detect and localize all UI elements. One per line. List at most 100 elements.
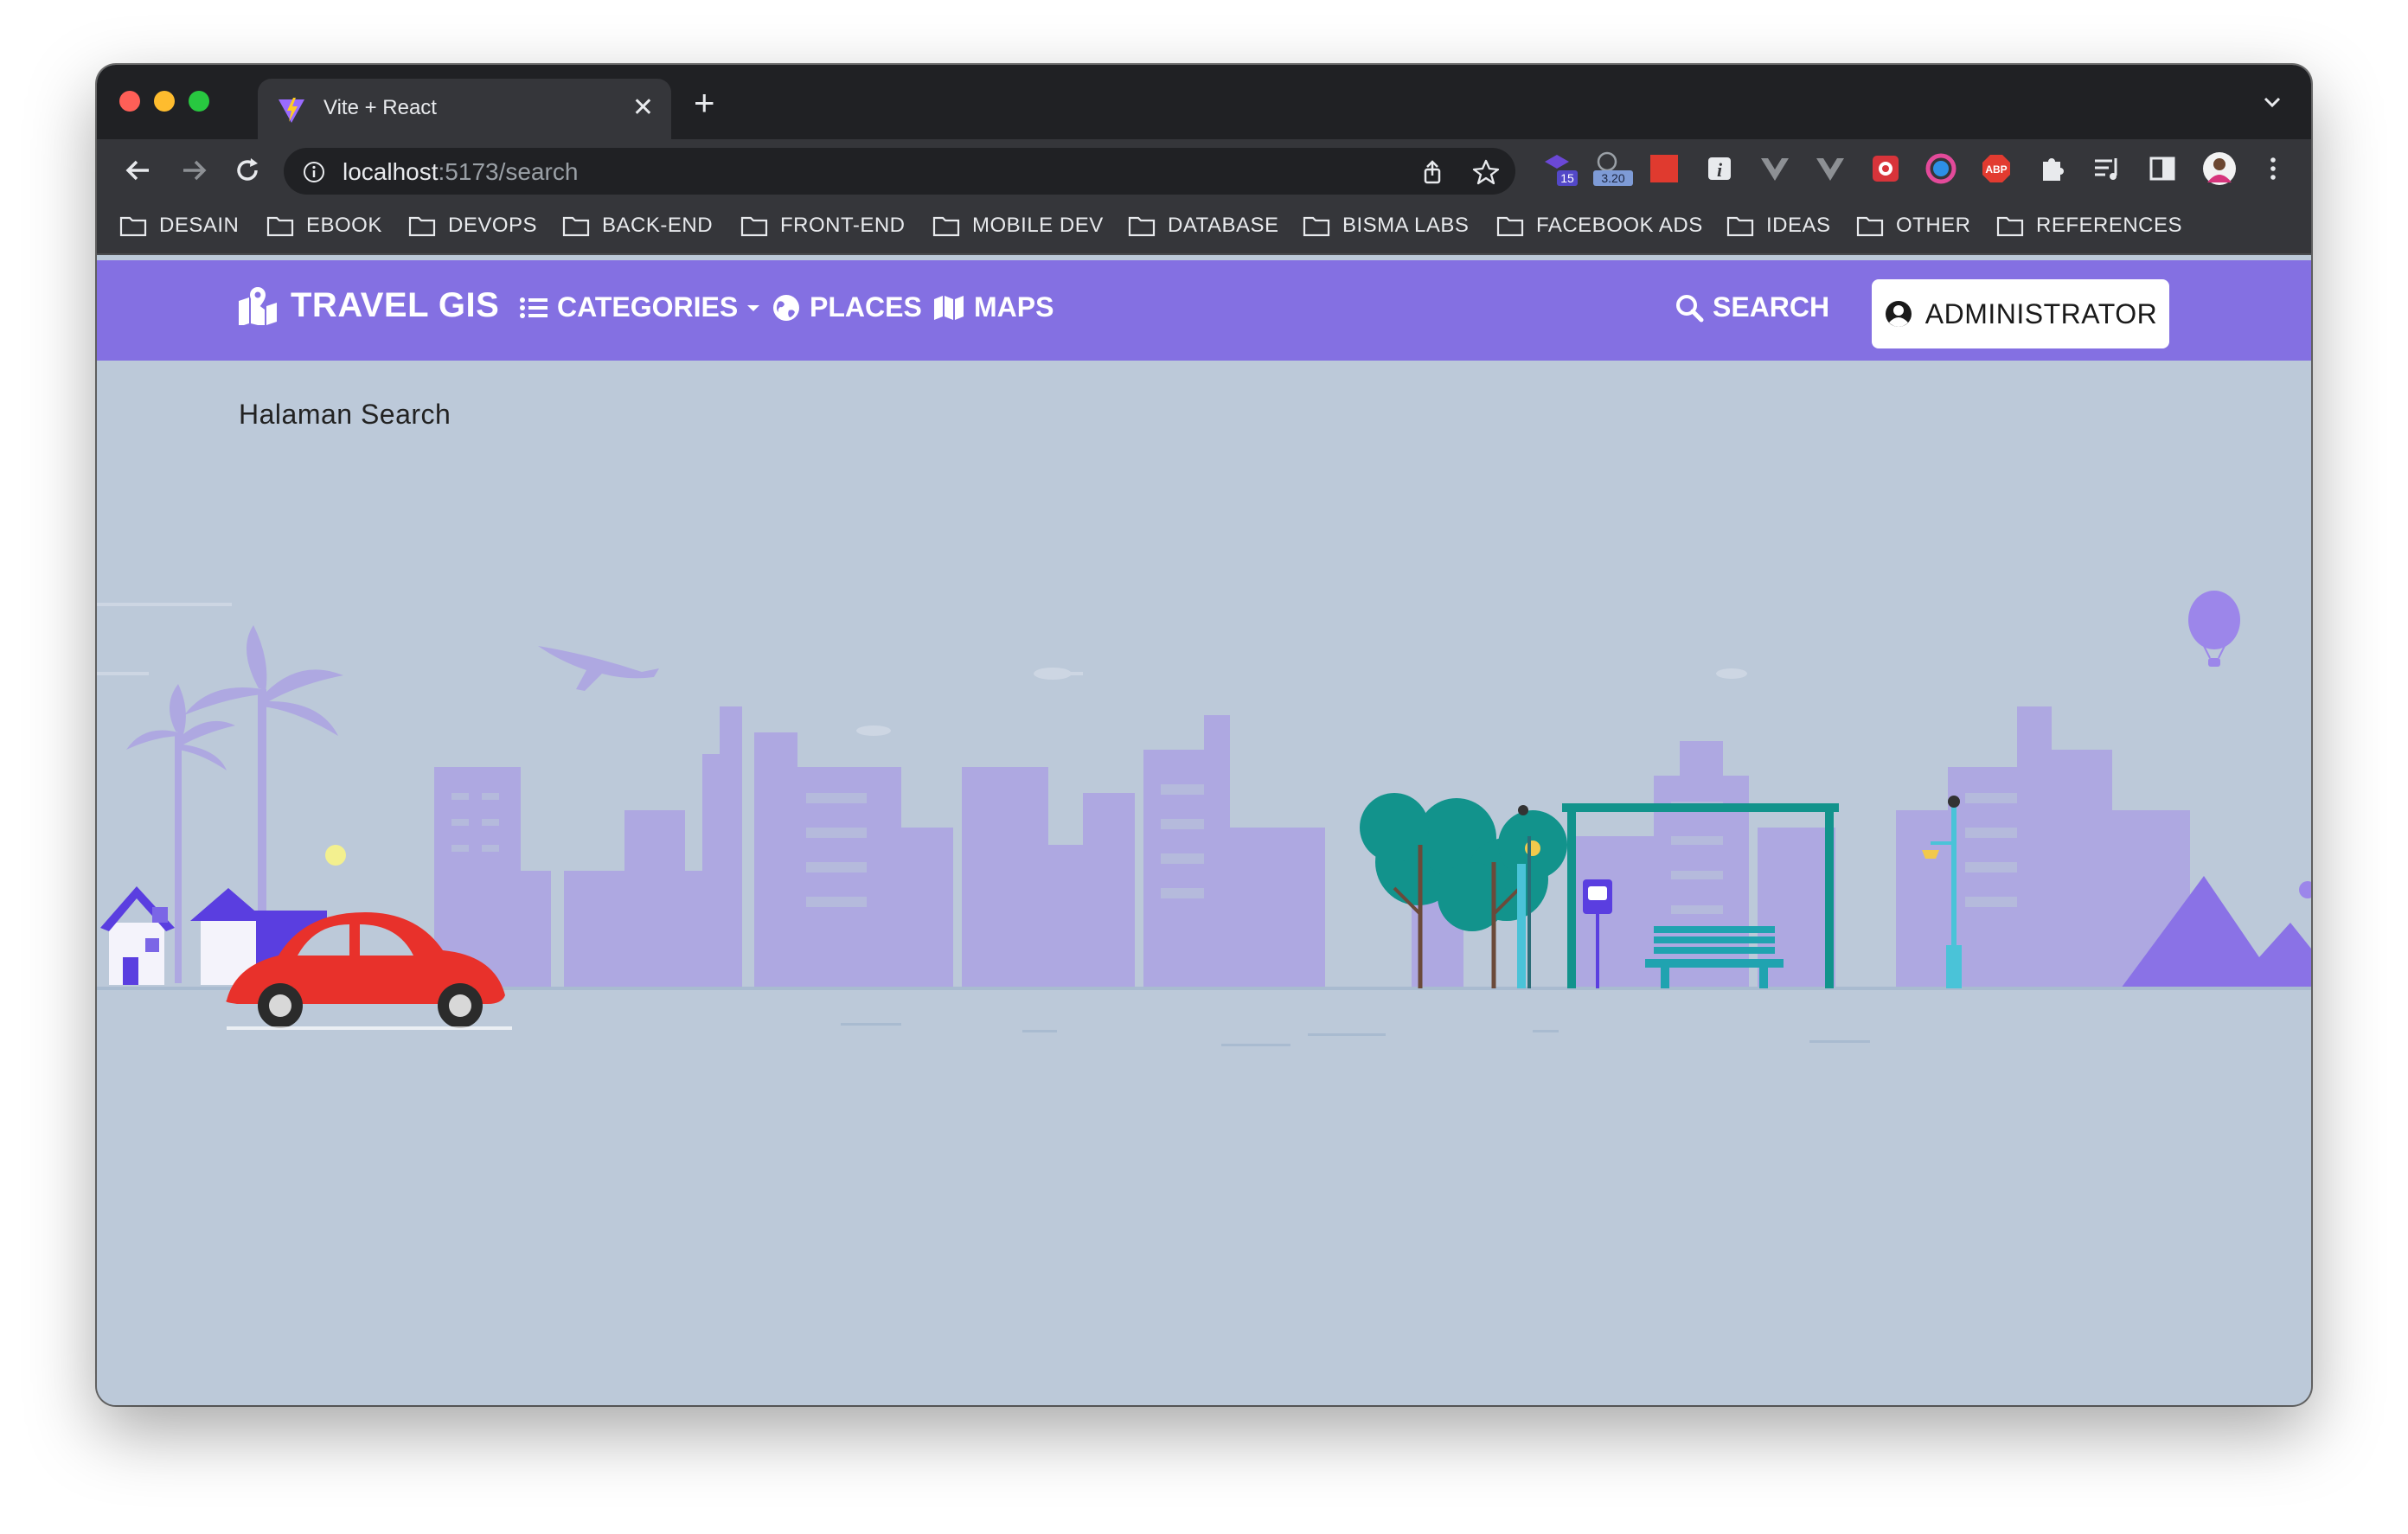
tab-title: Vite + React: [323, 96, 437, 119]
bookmark-folder-desain[interactable]: DESAIN: [119, 208, 239, 243]
minimize-window-button[interactable]: [154, 91, 175, 112]
red-square-extension-icon[interactable]: [1649, 153, 1680, 184]
folder-icon: [1856, 216, 1884, 237]
folder-icon: [119, 216, 147, 237]
administrator-button[interactable]: ADMINISTRATOR: [1872, 279, 2169, 348]
url-text[interactable]: localhost:5173/search: [343, 158, 578, 186]
bookmark-folder-database[interactable]: DATABASE: [1128, 208, 1278, 243]
tab-strip: Vite + React ✕ +: [97, 65, 2311, 141]
kebab-menu-icon[interactable]: [2258, 153, 2289, 184]
nav-search-link[interactable]: SEARCH: [1675, 291, 1829, 323]
folder-icon: [1128, 216, 1156, 237]
info-extension-icon[interactable]: i: [1704, 153, 1735, 184]
folder-icon: [1496, 216, 1524, 237]
airplane: [538, 646, 659, 691]
bookmark-label: DATABASE: [1168, 214, 1279, 237]
extension-badge-timer: 3.20: [1601, 171, 1624, 185]
search-icon: [1676, 294, 1704, 322]
bookmark-folder-references[interactable]: REFERENCES: [1996, 208, 2182, 243]
page-heading: Halaman Search: [239, 399, 452, 430]
bookmark-folder-other[interactable]: OTHER: [1856, 208, 1971, 243]
brand-name: TRAVEL GIS: [291, 286, 500, 324]
browser-toolbar: localhost:5173/search 15 3.20 i ABP: [97, 139, 2311, 200]
nav-places-link[interactable]: PLACES: [772, 291, 922, 323]
forward-arrow-icon[interactable]: [176, 153, 211, 188]
bookmark-folder-ideas[interactable]: IDEAS: [1726, 208, 1831, 243]
bookmark-folder-bisma-labs[interactable]: BISMA LABS: [1303, 208, 1469, 243]
close-window-button[interactable]: [119, 91, 140, 112]
extension-badge-15: 15: [1560, 171, 1574, 185]
maximize-window-button[interactable]: [189, 91, 209, 112]
folder-icon: [408, 216, 436, 237]
sidebar-toggle-icon[interactable]: [2147, 153, 2178, 184]
chevron-down-icon[interactable]: [2261, 91, 2283, 113]
url-host: localhost: [343, 158, 439, 185]
map-icon: [934, 295, 964, 320]
bookmark-folder-ebook[interactable]: EBOOK: [266, 208, 382, 243]
nav-maps-link[interactable]: MAPS: [932, 291, 1054, 323]
address-bar[interactable]: localhost:5173/search: [284, 148, 1515, 195]
timer-extension-icon[interactable]: 3.20: [1590, 150, 1635, 188]
user-circle-icon: [1885, 301, 1912, 327]
bookmark-star-icon[interactable]: [1472, 158, 1500, 186]
abp-label: ABP: [1985, 163, 2007, 176]
browser-tab[interactable]: Vite + React ✕: [258, 79, 671, 141]
back-arrow-icon[interactable]: [121, 153, 156, 188]
bookmark-folder-facebook-ads[interactable]: FACEBOOK ADS: [1496, 208, 1703, 243]
app-navbar: TRAVEL GIS CATEGORIES PLACES MAPS SEARCH…: [97, 260, 2311, 361]
bookmark-label: DESAIN: [159, 214, 240, 237]
folder-icon: [1996, 216, 2024, 237]
map-marked-icon: [239, 286, 277, 325]
vite-icon: [279, 98, 304, 123]
bookmark-folder-back-end[interactable]: BACK-END: [562, 208, 713, 243]
bookmark-label: BISMA LABS: [1342, 214, 1470, 237]
bookmark-label: BACK-END: [602, 214, 714, 237]
folder-icon: [740, 216, 768, 237]
svg-text:i: i: [1717, 159, 1723, 181]
bookmark-label: OTHER: [1896, 214, 1971, 237]
hot-air-balloon: [2188, 591, 2240, 667]
skyline: [434, 706, 2190, 988]
nav-maps-label: MAPS: [974, 291, 1054, 323]
page-content: Halaman Search: [97, 361, 2311, 1405]
url-path: :5173/search: [438, 158, 579, 185]
bookmarks-bar: DESAIN EBOOK DEVOPS BACK-END FRONT-END M…: [97, 200, 2311, 255]
folder-icon: [932, 216, 960, 237]
bookmark-folder-devops[interactable]: DEVOPS: [408, 208, 537, 243]
brand-logo[interactable]: TRAVEL GIS: [237, 286, 499, 325]
folder-icon: [562, 216, 590, 237]
share-icon[interactable]: [1419, 158, 1446, 186]
puzzle-extensions-icon[interactable]: [2036, 153, 2067, 184]
browser-window: Vite + React ✕ + localhost:5173/search 1…: [97, 65, 2311, 1405]
bookmark-label: FRONT-END: [780, 214, 906, 237]
nav-categories-label: CATEGORIES: [557, 291, 739, 323]
profile-avatar[interactable]: [2202, 151, 2237, 186]
reading-list-icon[interactable]: [2091, 153, 2123, 184]
caret-down-icon: [747, 304, 760, 311]
new-tab-button[interactable]: +: [694, 84, 715, 122]
tab-close-icon[interactable]: ✕: [632, 91, 654, 125]
vue-devtools-icon[interactable]: [1759, 153, 1790, 184]
administrator-label: ADMINISTRATOR: [1924, 297, 2158, 329]
bookmark-label: DEVOPS: [448, 214, 538, 237]
bookmark-folder-front-end[interactable]: FRONT-END: [740, 208, 906, 243]
nav-categories-dropdown[interactable]: CATEGORIES: [519, 291, 760, 323]
vue-devtools-icon[interactable]: [1815, 153, 1846, 184]
bookmark-label: REFERENCES: [2036, 214, 2183, 237]
color-picker-extension-icon[interactable]: [1925, 153, 1956, 184]
folder-icon: [1726, 216, 1754, 237]
cyclops-extension-icon[interactable]: [1870, 153, 1901, 184]
bookmark-label: FACEBOOK ADS: [1536, 214, 1703, 237]
adblock-plus-icon[interactable]: ABP: [1981, 153, 2012, 184]
bookmark-folder-mobile-dev[interactable]: MOBILE DEV: [932, 208, 1104, 243]
folder-icon: [266, 216, 294, 237]
reload-icon[interactable]: [230, 153, 265, 188]
site-info-icon[interactable]: [303, 161, 325, 183]
bookmark-label: EBOOK: [306, 214, 382, 237]
nav-places-label: PLACES: [810, 291, 922, 323]
folder-icon: [1303, 216, 1330, 237]
bookmark-label: MOBILE DEV: [972, 214, 1104, 237]
bookmark-label: IDEAS: [1766, 214, 1831, 237]
graduation-cap-extension-icon[interactable]: 15: [1541, 150, 1579, 188]
globe-icon: [773, 294, 799, 321]
